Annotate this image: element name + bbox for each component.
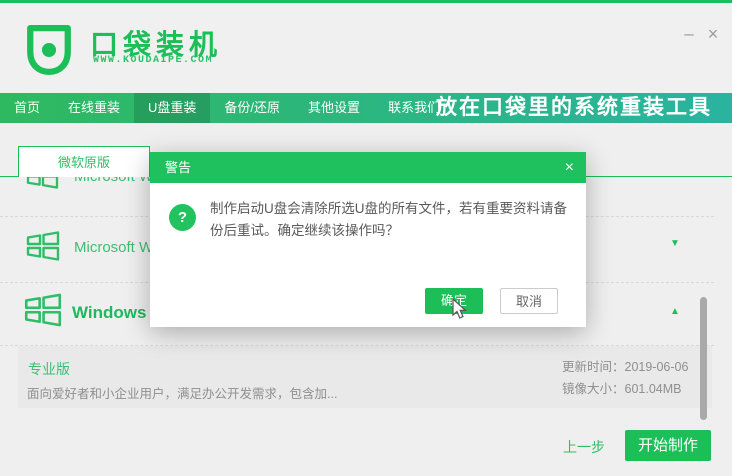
dialog-close-icon[interactable]: ×: [565, 152, 574, 183]
chevron-up-icon[interactable]: ▲: [670, 306, 680, 317]
edition-description: 面向爱好者和小企业用户，满足办公开发需求，包含加...: [27, 383, 337, 402]
cancel-button[interactable]: 取消: [500, 288, 558, 314]
os-row-title: Windows X: [72, 303, 163, 323]
dialog-message: 制作启动U盘会清除所选U盘的所有文件，若有重要资料请备份后重试。确定继续该操作吗…: [210, 198, 572, 241]
app-website: WWW.KOUDAIPE.COM: [93, 55, 213, 66]
edition-update-time: 更新时间：2019-06-06: [562, 356, 688, 378]
footer-bar: 上一步 开始制作: [0, 420, 732, 476]
question-mark-icon: ?: [169, 204, 196, 231]
nav-item-online-reinstall[interactable]: 在线重装: [54, 93, 134, 123]
windows-logo-icon: [24, 293, 62, 332]
edition-image-size: 镜像大小：601.04MB: [562, 378, 688, 400]
close-button[interactable]: ×: [702, 23, 724, 45]
nav-slogan: 放在口袋里的系统重装工具: [436, 93, 712, 123]
tab-microsoft-original[interactable]: 微软原版: [18, 146, 150, 177]
start-create-button[interactable]: 开始制作: [625, 430, 711, 461]
mouse-cursor: [452, 298, 470, 320]
nav-item-other-settings[interactable]: 其他设置: [294, 93, 374, 123]
edition-detail-row[interactable]: 专业版 面向爱好者和小企业用户，满足办公开发需求，包含加... 更新时间：201…: [18, 346, 712, 408]
nav-item-usb-reinstall[interactable]: U盘重装: [134, 93, 210, 123]
app-header: 口袋装机 WWW.KOUDAIPE.COM – ×: [0, 3, 732, 93]
os-row-title: Microsoft Wi: [74, 239, 157, 256]
minimize-button[interactable]: –: [678, 23, 700, 45]
warning-dialog: 警告 × ? 制作启动U盘会清除所选U盘的所有文件，若有重要资料请备份后重试。确…: [150, 152, 586, 327]
previous-step-button[interactable]: 上一步: [563, 437, 605, 457]
windows-logo-icon: [26, 231, 60, 266]
dialog-title: 警告: [165, 152, 191, 183]
nav-item-home[interactable]: 首页: [0, 93, 54, 123]
main-nav: 首页 在线重装 U盘重装 备份/还原 其他设置 联系我们 放在口袋里的系统重装工…: [0, 93, 732, 123]
scrollbar-thumb[interactable]: [700, 297, 707, 420]
nav-item-backup-restore[interactable]: 备份/还原: [210, 93, 294, 123]
app-logo-shield-icon: [24, 23, 74, 77]
app-window: 口袋装机 WWW.KOUDAIPE.COM – × 首页 在线重装 U盘重装 备…: [0, 0, 732, 476]
warning-dialog-header: 警告 ×: [150, 152, 586, 183]
chevron-down-icon[interactable]: ▼: [670, 238, 680, 249]
edition-name: 专业版: [28, 359, 70, 379]
